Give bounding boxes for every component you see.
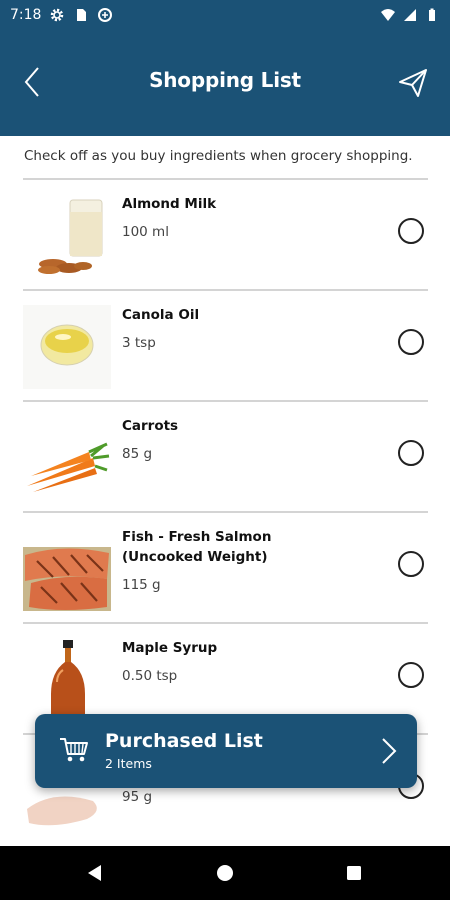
item-name: Canola Oil xyxy=(122,307,200,323)
triangle-back-icon xyxy=(88,865,101,881)
item-name: Maple Syrup xyxy=(122,640,218,656)
item-quantity: 100 ml xyxy=(122,224,169,240)
maple-syrup-image xyxy=(23,638,111,722)
signal-icon xyxy=(404,9,416,21)
square-recents-icon xyxy=(347,866,361,880)
settings-gear-icon xyxy=(51,8,64,22)
sd-card-icon xyxy=(77,9,87,21)
paper-plane-icon xyxy=(399,69,427,97)
check-circle[interactable] xyxy=(398,551,424,577)
check-circle[interactable] xyxy=(398,218,424,244)
purchased-list-title: Purchased List xyxy=(105,730,263,752)
item-name: Carrots xyxy=(122,418,179,434)
app-bar: Shopping List xyxy=(0,30,450,136)
check-circle[interactable] xyxy=(398,329,424,355)
item-quantity: 95 g xyxy=(122,789,153,805)
status-bar: 7:18 xyxy=(0,0,450,30)
page-title: Shopping List xyxy=(149,68,301,92)
system-nav-bar xyxy=(0,846,450,900)
item-quantity: 0.50 tsp xyxy=(122,668,178,684)
battery-icon xyxy=(429,8,435,21)
salmon-image xyxy=(23,547,111,611)
item-quantity: 115 g xyxy=(122,577,161,593)
canola-oil-image xyxy=(23,305,111,389)
wifi-icon xyxy=(381,9,395,21)
chevron-right-icon xyxy=(382,738,397,764)
shopping-cart-icon xyxy=(60,738,88,762)
item-name: Almond Milk xyxy=(122,196,217,212)
item-name: Fish - Fresh Salmon (Uncooked Weight) xyxy=(122,529,272,565)
status-time: 7:18 xyxy=(10,7,42,23)
data-saver-icon xyxy=(98,8,113,22)
purchased-list-button[interactable]: Purchased List 2 Items xyxy=(35,714,417,788)
nav-back-button[interactable] xyxy=(82,860,108,886)
send-button[interactable] xyxy=(394,64,432,102)
list-item: Carrots 85 g xyxy=(23,400,428,511)
nav-recents-button[interactable] xyxy=(341,860,367,886)
check-circle[interactable] xyxy=(398,662,424,688)
nav-home-button[interactable] xyxy=(212,860,238,886)
circle-home-icon xyxy=(217,865,233,881)
list-item: Fish - Fresh Salmon (Uncooked Weight) 11… xyxy=(23,511,428,622)
purchased-count: 2 Items xyxy=(105,756,152,771)
list-item: Almond Milk 100 ml xyxy=(23,178,428,289)
item-quantity: 3 tsp xyxy=(122,335,156,351)
list-item: Canola Oil 3 tsp xyxy=(23,289,428,400)
item-quantity: 85 g xyxy=(122,446,153,462)
check-circle[interactable] xyxy=(398,440,424,466)
instructions-text: Check off as you buy ingredients when gr… xyxy=(24,148,413,164)
carrots-image xyxy=(23,416,111,500)
almond-milk-image xyxy=(23,194,111,278)
